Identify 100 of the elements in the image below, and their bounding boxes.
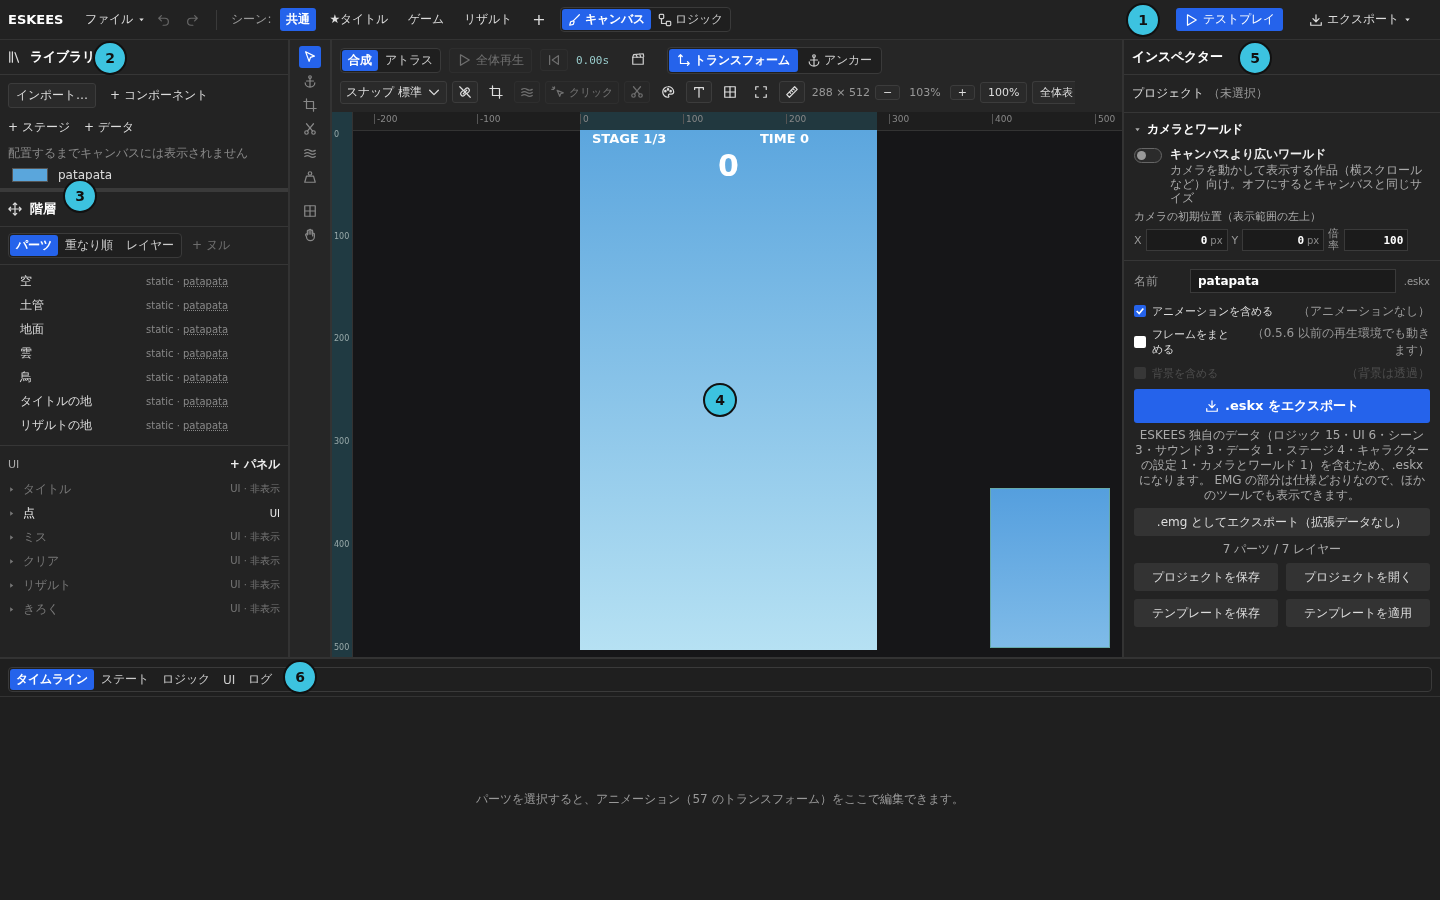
number-field[interactable]: 0 px [1242,229,1325,251]
project-button[interactable]: プロジェクトを開く [1286,563,1430,591]
export-button[interactable]: .eskx をエクスポート [1134,389,1430,423]
scene-tab[interactable]: ★タイトル [323,8,395,31]
ui-item-name[interactable]: ミス [23,528,223,546]
zoom-in-button[interactable]: + [949,84,975,100]
add-button[interactable]: + コンポーネント [110,84,208,107]
toggle-switch[interactable] [1134,148,1162,163]
pointer-icon [303,50,317,64]
bottom-tab[interactable]: ロジック [156,669,216,690]
app-logo: ESKEES [8,12,64,27]
bottom-tab[interactable]: UI [217,669,242,690]
ui-item-name[interactable]: タイトル [23,480,223,498]
hierarchy-tab[interactable]: レイヤー [120,235,180,256]
skip-back-icon [547,53,561,67]
expand-arrow-icon [8,605,15,613]
asset-name[interactable]: patapata [58,168,113,182]
mode-tab[interactable]: 合成 [342,49,378,71]
field-label: Y [1231,233,1239,247]
add-button[interactable]: + データ [83,116,134,139]
zoom-out-button[interactable]: − [875,84,901,100]
library-icon [8,50,22,64]
fit-button[interactable]: 全体表 [1032,80,1076,104]
export-menu[interactable]: エクスポート [1299,5,1422,34]
source-link[interactable]: patapata [183,371,229,383]
add-panel-button[interactable]: + パネル [229,456,280,473]
transform-tab[interactable]: トランスフォーム [669,48,799,72]
part-name[interactable]: 雲 [20,344,146,362]
ruler-icon [784,85,799,99]
import-button[interactable]: インポート… [8,83,96,108]
part-name[interactable]: 地面 [20,320,146,338]
checkbox[interactable] [1134,305,1146,317]
ui-item-name[interactable]: 点 [23,504,262,522]
source-link[interactable]: patapata [183,347,229,359]
unlink-icon [457,85,472,99]
expand-arrow-icon [8,509,15,517]
stage-counter: STAGE 1/3 [592,131,667,146]
palette-icon [660,85,675,99]
part-name[interactable]: 空 [20,272,146,290]
ui-item-name[interactable]: クリア [23,552,223,570]
rewind-button[interactable] [540,49,568,71]
add-button[interactable]: + ステージ [8,116,70,139]
add-scene-button[interactable]: + [526,10,552,29]
ui-item-name[interactable]: きろく [23,600,223,618]
ui-item-name[interactable]: リザルト [23,576,223,594]
scene-tab[interactable]: ゲーム [402,8,451,31]
snap-select[interactable]: スナップ 標準 [340,80,447,104]
view-tab[interactable]: キャンバス [561,9,651,30]
project-button[interactable]: テンプレートを適用 [1286,599,1430,627]
zoom-reset-button[interactable]: 100% [979,81,1028,103]
number-field[interactable]: 0 px [1145,229,1228,251]
tool-button[interactable] [299,46,321,68]
source-link[interactable]: patapata [183,323,229,335]
text-icon [691,85,706,99]
bottom-tab[interactable]: タイムライン [10,669,94,690]
callout-marker: 1 [1126,2,1160,37]
ruler-label: -200 [374,114,398,124]
checkbox[interactable] [1134,336,1146,348]
number-field[interactable]: 100 [1344,229,1409,251]
toolbar-button[interactable] [778,81,805,103]
source-link[interactable]: patapata [183,419,229,431]
panel-title: 階層 [30,200,56,218]
asset-thumbnail [12,168,48,182]
weight-icon [303,170,317,184]
section-title: UI [8,458,20,471]
undo-icon [157,12,172,27]
part-name[interactable]: タイトルの地 [20,392,146,410]
expand-arrow-icon [1134,126,1141,133]
part-name[interactable]: 土管 [20,296,146,314]
view-tab[interactable]: ロジック [651,9,729,30]
hand-icon [303,228,317,242]
bottom-tab[interactable]: ステート [95,669,155,690]
part-type: static · [146,275,180,287]
project-button[interactable]: プロジェクトを保存 [1134,563,1278,591]
scene-tab[interactable]: リザルト [458,8,519,31]
source-link[interactable]: patapata [183,299,229,311]
scene-tab[interactable]: 共通 [279,8,316,31]
toolbar-button[interactable] [451,81,478,103]
toggle-label: キャンバスより広いワールド [1170,146,1327,163]
toolbar-button[interactable] [685,81,712,103]
test-play-button[interactable]: テストプレイ [1176,8,1283,31]
name-field[interactable]: patapata [1190,269,1396,293]
expand-icon [753,85,768,99]
file-menu[interactable]: ファイル [85,11,147,28]
brush-icon [567,12,582,27]
ui-item-status: UI · 非表示 [230,578,280,592]
export-emg-button[interactable]: .emg としてエクスポート（拡張データなし） [1134,508,1430,536]
lines-icon [519,85,534,99]
bottom-tab[interactable]: ログ [242,669,279,690]
transform-tab[interactable]: アンカー [799,48,881,72]
source-link[interactable]: patapata [183,395,229,407]
hierarchy-tab[interactable]: 重なり順 [59,235,119,256]
part-name[interactable]: 鳥 [20,368,146,386]
ui-item-status: UI · 非表示 [230,602,280,616]
source-link[interactable]: patapata [183,275,229,287]
expand-arrow-icon [8,485,15,493]
project-button[interactable]: テンプレートを保存 [1134,599,1278,627]
mode-tab[interactable]: アトラス [379,49,439,71]
hierarchy-tab[interactable]: パーツ [10,235,58,256]
part-name[interactable]: リザルトの地 [20,416,146,434]
